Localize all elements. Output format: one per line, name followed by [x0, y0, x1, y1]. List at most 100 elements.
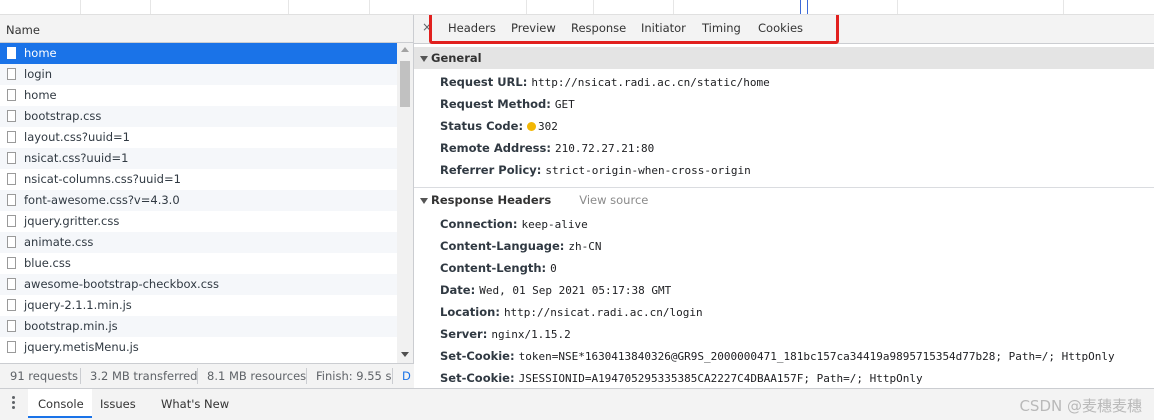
response-headers-section-header[interactable]: Response Headers View source [414, 189, 1154, 211]
header-row: Connection: keep-alive [440, 213, 588, 235]
transferred-size: 3.2 MB transferred [90, 369, 198, 383]
request-row[interactable]: blue.css [0, 253, 397, 274]
header-key: Set-Cookie: [440, 349, 515, 363]
header-key: Remote Address: [440, 141, 551, 155]
header-value[interactable]: Wed, 01 Sep 2021 05:17:38 GMT [479, 284, 671, 297]
drawer-tab-issues[interactable]: Issues [100, 397, 136, 411]
header-row: Set-Cookie: token=NSE*1630413840326@GR9S_… [440, 345, 1115, 367]
drawer-tab-whats-new[interactable]: What's New [161, 397, 229, 411]
name-column-header[interactable]: Name [0, 15, 413, 43]
header-row: Content-Length: 0 [440, 257, 557, 279]
header-row: Content-Language: zh-CN [440, 235, 602, 257]
resources-size: 8.1 MB resources [207, 369, 307, 383]
view-source-link[interactable]: View source [579, 193, 648, 207]
request-row[interactable]: home [0, 43, 397, 64]
dom-content-loaded: D [402, 369, 411, 383]
header-row: Referrer Policy: strict-origin-when-cross… [440, 159, 751, 181]
file-icon [7, 320, 16, 332]
request-name: home [24, 88, 57, 102]
general-title: General [431, 51, 482, 65]
scroll-up-icon[interactable] [401, 47, 409, 52]
request-name: jquery-2.1.1.min.js [24, 298, 132, 312]
status-warning-icon [527, 122, 537, 131]
header-value[interactable]: JSESSIONID=A194705295335385CA2227C4DBAA1… [519, 372, 923, 385]
expand-triangle-icon [420, 55, 428, 62]
request-list-panel: Name home login home bootstrap.css layout.cs… [0, 15, 414, 363]
request-row[interactable]: font-awesome.css?v=4.3.0 [0, 190, 397, 211]
request-name: jquery.metisMenu.js [24, 340, 139, 354]
request-row[interactable]: layout.css?uuid=1 [0, 127, 397, 148]
header-value[interactable]: GET [555, 98, 575, 111]
header-key: Date: [440, 283, 476, 297]
request-details-panel: × Headers Preview Response Initiator Tim… [414, 15, 1154, 388]
header-key: Location: [440, 305, 500, 319]
expand-triangle-icon [420, 197, 428, 204]
header-value[interactable]: token=NSE*1630413840326@GR9S_2000000471_… [519, 350, 1115, 363]
request-count: 91 requests [10, 369, 78, 383]
request-name: bootstrap.css [24, 109, 102, 123]
header-key: Server: [440, 327, 488, 341]
file-icon [7, 89, 16, 101]
header-value[interactable]: zh-CN [568, 240, 601, 253]
header-row: Date: Wed, 01 Sep 2021 05:17:38 GMT [440, 279, 671, 301]
file-icon [7, 47, 16, 59]
request-row[interactable]: jquery.metisMenu.js [0, 337, 397, 358]
request-row[interactable]: home [0, 85, 397, 106]
request-name: layout.css?uuid=1 [24, 130, 130, 144]
header-value[interactable]: strict-origin-when-cross-origin [545, 164, 750, 177]
file-icon [7, 68, 16, 80]
request-row[interactable]: jquery-2.1.1.min.js [0, 295, 397, 316]
request-row[interactable]: login [0, 64, 397, 85]
request-row[interactable]: animate.css [0, 232, 397, 253]
request-name: animate.css [24, 235, 94, 249]
request-row[interactable]: bootstrap.min.js [0, 316, 397, 337]
header-row: Request URL: http://nsicat.radi.ac.cn/sta… [440, 71, 770, 93]
header-row: Location: http://nsicat.radi.ac.cn/login [440, 301, 703, 323]
drawer-tab-bar: Console Issues What's New CSDN @麦穗麦穗 [0, 388, 1154, 420]
request-rows: home login home bootstrap.css layout.css?uui… [0, 43, 397, 358]
header-value[interactable]: http://nsicat.radi.ac.cn/login [504, 306, 703, 319]
request-name: font-awesome.css?v=4.3.0 [24, 193, 180, 207]
request-list-scrollbar[interactable] [397, 43, 413, 363]
header-value[interactable]: http://nsicat.radi.ac.cn/static/home [531, 76, 769, 89]
header-value[interactable]: 210.72.27.21:80 [555, 142, 654, 155]
request-row[interactable]: bootstrap.css [0, 106, 397, 127]
request-row[interactable]: nsicat.css?uuid=1 [0, 148, 397, 169]
request-name: bootstrap.min.js [24, 319, 118, 333]
header-value[interactable]: keep-alive [521, 218, 587, 231]
header-key: Request URL: [440, 75, 528, 89]
scrollbar-thumb[interactable] [400, 61, 410, 107]
request-row[interactable]: nsicat-columns.css?uuid=1 [0, 169, 397, 190]
header-key: Connection: [440, 217, 518, 231]
header-value[interactable]: 0 [550, 262, 557, 275]
header-key: Set-Cookie: [440, 371, 515, 385]
request-name: blue.css [24, 256, 71, 270]
timeline-overview[interactable] [0, 0, 1154, 15]
network-status-bar: 91 requests 3.2 MB transferred 8.1 MB re… [0, 363, 415, 388]
scroll-down-icon[interactable] [401, 352, 409, 357]
request-row[interactable]: awesome-bootstrap-checkbox.css [0, 274, 397, 295]
request-name: login [24, 67, 53, 81]
header-row: Status Code: 302 [440, 115, 558, 137]
file-icon [7, 341, 16, 353]
drawer-tab-console[interactable]: Console [38, 397, 84, 411]
watermark: CSDN @麦穗麦穗 [1019, 397, 1142, 415]
general-section-header[interactable]: General [414, 47, 1154, 69]
request-name: home [24, 46, 57, 60]
header-value[interactable]: 302 [538, 120, 558, 133]
more-options-icon[interactable] [12, 396, 16, 412]
file-icon [7, 152, 16, 164]
file-icon [7, 173, 16, 185]
file-icon [7, 278, 16, 290]
header-row: Server: nginx/1.15.2 [440, 323, 571, 345]
file-icon [7, 110, 16, 122]
request-row[interactable]: jquery.gritter.css [0, 211, 397, 232]
header-key: Request Method: [440, 97, 551, 111]
tabs-highlight-annotation [429, 15, 839, 44]
header-row: Set-Cookie: JSESSIONID=A194705295335385CA… [440, 367, 923, 388]
request-name: awesome-bootstrap-checkbox.css [24, 277, 220, 291]
request-name: jquery.gritter.css [24, 214, 120, 228]
header-value[interactable]: nginx/1.15.2 [491, 328, 570, 341]
file-icon [7, 194, 16, 206]
file-icon [7, 236, 16, 248]
